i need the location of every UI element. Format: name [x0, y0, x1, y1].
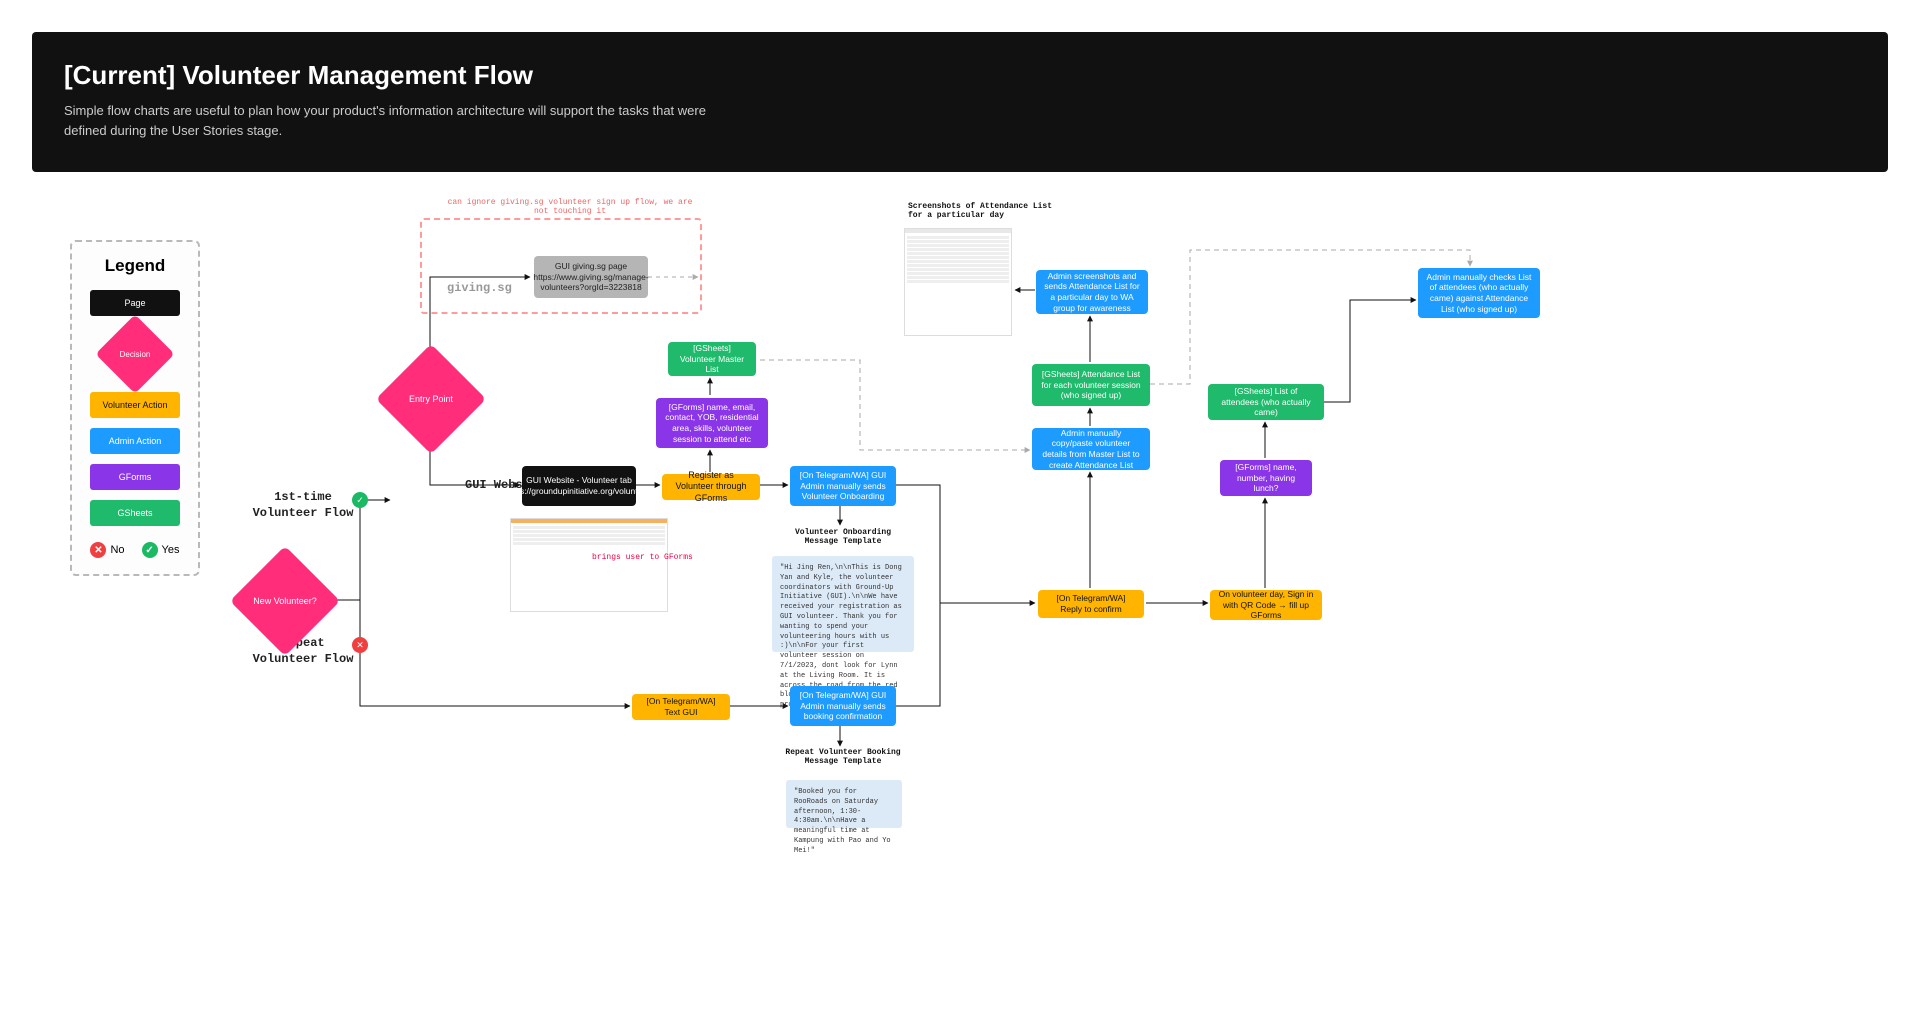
label-screenshots: Screenshots of Attendance List for a par…: [908, 202, 1058, 220]
node-admin-repeat: [On Telegram/WA] GUI Admin manually send…: [790, 686, 896, 726]
label-repeat: Repeat Volunteer Flow: [248, 636, 358, 667]
legend-gforms: GForms: [90, 464, 180, 490]
node-master-list: [GSheets] Volunteer Master List: [668, 342, 756, 376]
legend-title: Legend: [82, 256, 188, 276]
decision-entry-point: Entry Point: [392, 360, 470, 438]
legend-decision: Decision: [107, 326, 163, 382]
legend-yes: ✓Yes: [142, 542, 180, 558]
page-title: [Current] Volunteer Management Flow: [64, 60, 1856, 91]
node-attendance-list: [GSheets] Attendance List for each volun…: [1032, 364, 1150, 406]
node-gui-website: GUI Website - Volunteer tab https://grou…: [522, 466, 636, 506]
note-onboard-template: "Hi Jing Ren,\n\nThis is Dong Yan and Ky…: [772, 556, 914, 652]
node-giving-page: GUI giving.sg page https://www.giving.sg…: [534, 256, 648, 298]
node-signin: On volunteer day, Sign in with QR Code →…: [1210, 590, 1322, 620]
legend-page: Page: [90, 290, 180, 316]
node-register: Register as Volunteer through GForms: [662, 474, 760, 500]
node-admin-onboard: [On Telegram/WA] GUI Admin manually send…: [790, 466, 896, 506]
node-screenshot-send: Admin screenshots and sends Attendance L…: [1036, 270, 1148, 314]
node-attendee-list: [GSheets] List of attendees (who actuall…: [1208, 384, 1324, 420]
node-check-list: Admin manually checks List of attendees …: [1418, 268, 1540, 318]
header-banner: [Current] Volunteer Management Flow Simp…: [32, 32, 1888, 172]
page-subtitle: Simple flow charts are useful to plan ho…: [64, 101, 744, 140]
decision-new-volunteer: New Volunteer?: [246, 562, 324, 640]
image-attendance-screenshot: [904, 228, 1012, 336]
label-first-time: 1st-time Volunteer Flow: [248, 490, 358, 521]
label-onboard-template: Volunteer Onboarding Message Template: [780, 528, 906, 546]
legend-no: ✕No: [90, 542, 124, 558]
note-ignore: can ignore giving.sg volunteer sign up f…: [440, 198, 700, 216]
node-gforms-attendee: [GForms] name, number, having lunch?: [1220, 460, 1312, 496]
legend-gsheets: GSheets: [90, 500, 180, 526]
node-reply-confirm: [On Telegram/WA] Reply to confirm: [1038, 590, 1144, 618]
annotation-brings-user: brings user to GForms: [592, 553, 693, 562]
node-text-gui: [On Telegram/WA] Text GUI: [632, 694, 730, 720]
node-gforms-fields: [GForms] name, email, contact, YOB, resi…: [656, 398, 768, 448]
node-copy-paste: Admin manually copy/paste volunteer deta…: [1032, 428, 1150, 470]
legend-panel: Legend Page Decision Volunteer Action Ad…: [70, 240, 200, 576]
label-repeat-template: Repeat Volunteer Booking Message Templat…: [780, 748, 906, 766]
legend-admin: Admin Action: [90, 428, 180, 454]
note-repeat-template: "Booked you for RooRoads on Saturday aft…: [786, 780, 902, 828]
image-gui-website-screenshot: [510, 518, 668, 612]
legend-volunteer: Volunteer Action: [90, 392, 180, 418]
